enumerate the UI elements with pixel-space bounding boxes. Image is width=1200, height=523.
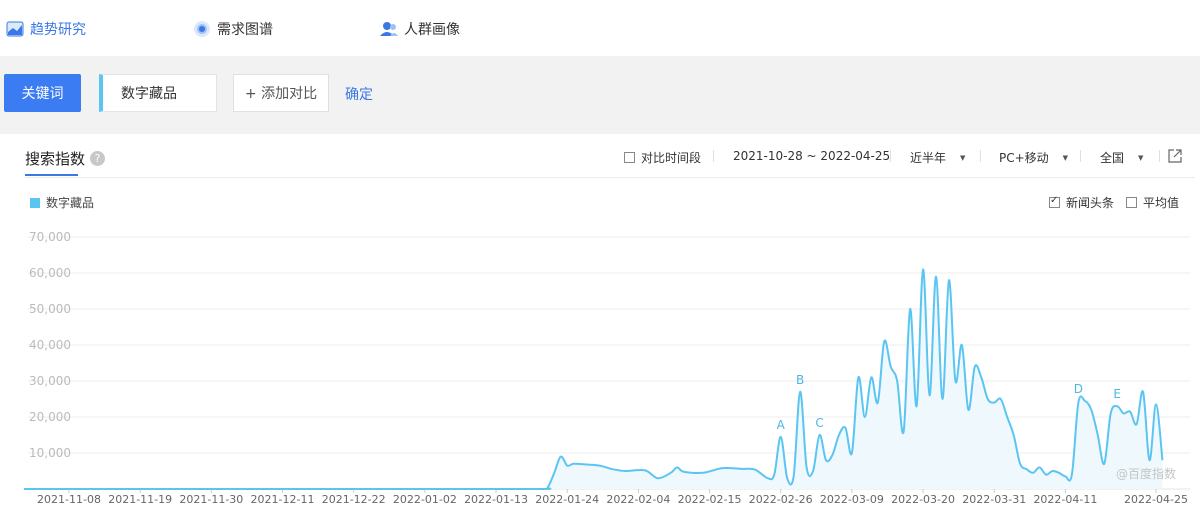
nav-label: 需求图谱 — [217, 22, 273, 38]
caret-down-icon: ▼ — [1138, 153, 1144, 162]
trend-chart-icon — [6, 21, 24, 37]
people-icon — [380, 22, 398, 36]
region-dropdown[interactable]: 全国 ▼ — [1100, 149, 1143, 166]
divider — [713, 150, 714, 162]
help-icon[interactable]: ? — [90, 151, 106, 166]
external-link-icon[interactable] — [1168, 149, 1182, 163]
average-toggle[interactable]: 平均值 — [1126, 194, 1179, 211]
nav-crowd-profile[interactable]: 人群画像 — [380, 18, 460, 40]
panel-title[interactable]: 搜索指数 ? — [25, 148, 106, 169]
tab-underline — [25, 174, 78, 176]
date-range-label: 2021-10-28 ~ 2022-04-25 — [733, 149, 891, 163]
nav-label: 趋势研究 — [30, 22, 86, 38]
average-label: 平均值 — [1143, 196, 1180, 210]
search-bar: 关键词 数字藏品 + 添加对比 确定 — [0, 56, 1200, 134]
divider — [1080, 150, 1081, 162]
period-dropdown[interactable]: 近半年 ▼ — [910, 149, 965, 166]
target-icon — [194, 21, 210, 37]
nav-demand-graph[interactable]: 需求图谱 — [193, 18, 273, 40]
checkbox-icon[interactable] — [1126, 197, 1137, 208]
panel-title-text: 搜索指数 — [25, 150, 86, 168]
compare-period-label: 对比时间段 — [641, 151, 702, 165]
period-label: 近半年 — [910, 151, 947, 165]
device-dropdown[interactable]: PC+移动 ▼ — [999, 149, 1068, 166]
checkbox-checked-icon[interactable] — [1049, 195, 1060, 208]
divider — [25, 177, 1195, 178]
keyword-button[interactable]: 关键词 — [4, 74, 81, 112]
region-label: 全国 — [1100, 151, 1125, 165]
legend-label: 数字藏品 — [46, 196, 95, 210]
caret-down-icon: ▼ — [1062, 153, 1069, 162]
top-nav: 趋势研究 需求图谱 人群画像 — [0, 0, 1200, 56]
divider — [1159, 150, 1160, 162]
legend-swatch — [30, 197, 40, 208]
device-label: PC+移动 — [999, 151, 1049, 165]
nav-trend-research[interactable]: 趋势研究 — [6, 18, 86, 40]
search-index-panel: 搜索指数 ? 对比时间段 2021-10-28 ~ 2022-04-25 近半年… — [4, 134, 1200, 523]
compare-period-toggle[interactable]: 对比时间段 — [624, 149, 701, 166]
checkbox-icon[interactable] — [624, 152, 635, 163]
keyword-input[interactable]: 数字藏品 — [99, 74, 217, 112]
news-headlines-toggle[interactable]: 新闻头条 — [1049, 194, 1114, 211]
nav-label: 人群画像 — [404, 22, 460, 38]
confirm-link[interactable]: 确定 — [345, 84, 373, 104]
date-range-selector[interactable]: 2021-10-28 ~ 2022-04-25 — [733, 149, 890, 163]
caret-down-icon: ▼ — [960, 153, 966, 162]
add-compare-button[interactable]: + 添加对比 — [233, 74, 329, 112]
divider — [980, 150, 981, 162]
divider — [890, 150, 891, 162]
chart-legend[interactable]: 数字藏品 — [30, 194, 94, 211]
news-headlines-label: 新闻头条 — [1066, 196, 1115, 210]
